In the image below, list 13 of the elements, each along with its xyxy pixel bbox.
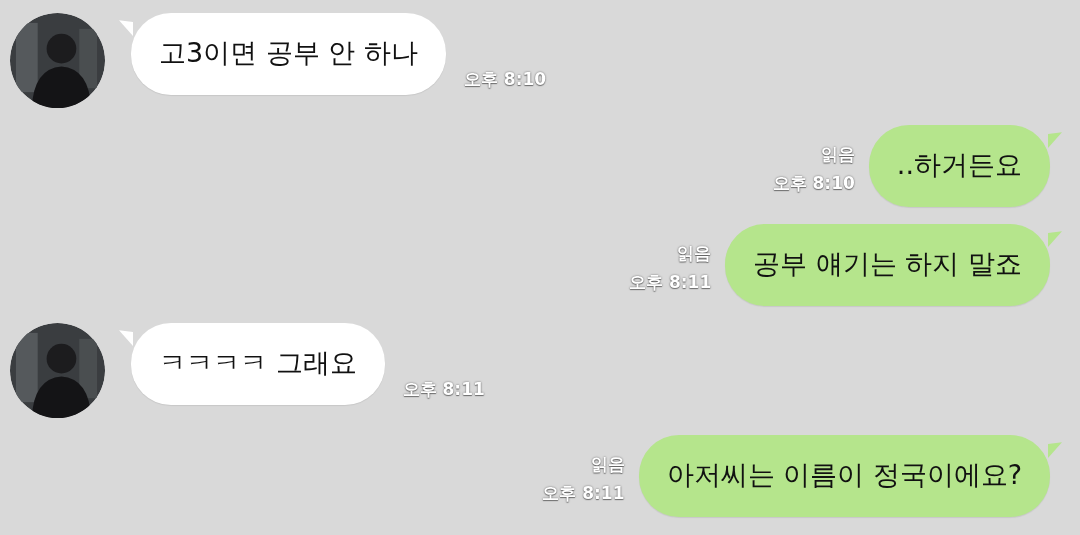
timestamp: 오후 8:10 xyxy=(463,68,547,91)
timestamp: 오후 8:11 xyxy=(629,271,712,294)
read-receipt: 읽음 xyxy=(590,453,625,476)
message-text: 공부 얘기는 하지 말죠 xyxy=(753,247,1022,281)
message-text: 고3이면 공부 안 하나 xyxy=(159,36,418,70)
read-receipt: 읽음 xyxy=(677,242,712,265)
timestamp: 오후 8:11 xyxy=(402,378,485,401)
timestamp: 오후 8:10 xyxy=(772,172,855,195)
message-text: ..하거든요 xyxy=(896,148,1022,182)
message-text: 아저씨는 이름이 정국이에요? xyxy=(666,458,1022,492)
read-receipt: 읽음 xyxy=(820,143,855,166)
timestamp: 오후 8:11 xyxy=(542,482,625,505)
message-text: ㅋㅋㅋㅋ 그래요 xyxy=(159,346,357,380)
